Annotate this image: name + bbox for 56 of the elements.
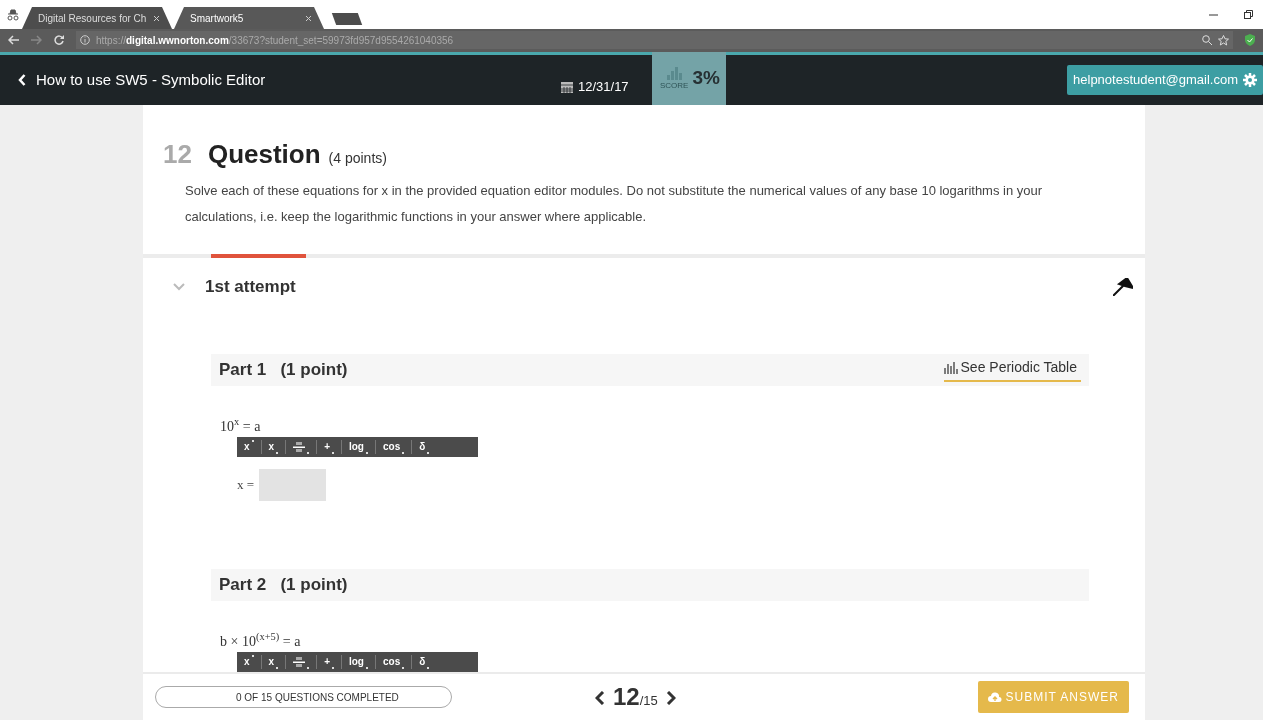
reload-icon[interactable] (54, 35, 64, 45)
question-points: (4 points) (328, 149, 387, 168)
part-title: Part 1 (1 point) (219, 358, 348, 381)
url-text: https://digital.wwnorton.com/33673?student_set=59973fd957d9554261040356 (96, 33, 454, 48)
toolbar-button[interactable]: x (261, 439, 287, 454)
due-date: 12/31/17 (578, 78, 629, 96)
settings-icon (1243, 73, 1257, 87)
incognito-icon (6, 8, 20, 21)
question-number: 12 (163, 138, 192, 171)
new-tab-button[interactable] (331, 13, 363, 25)
fraction-icon (293, 441, 306, 452)
question-text: Solve each of these equations for x in the provided equation editor modules. Do not substitute the numerical values of any base 10 logarithms in your calculations, i.e. keep the logarithmic functions in your answer where applicable. (185, 182, 1044, 226)
toolbar-button[interactable]: cos (375, 654, 413, 669)
periodic-table-link[interactable]: See Periodic Table (943, 357, 1081, 382)
equation: 10$^{x}$ = a (220, 415, 262, 436)
previous-icon[interactable] (595, 691, 605, 705)
back-icon[interactable] (8, 35, 19, 45)
attempt-label: 1st attempt (205, 276, 296, 298)
toolbar-button[interactable]: δ (412, 439, 437, 454)
part-title: Part 2 (1 point) (219, 573, 348, 596)
question-total: /15 (639, 693, 658, 708)
address-bar[interactable]: https://digital.wwnorton.com/33673?student_set=59973fd957d9554261040356 (76, 31, 1233, 49)
score-label: SCORE (660, 79, 689, 92)
chart-icon (943, 361, 958, 374)
score-value: 3% (692, 66, 720, 91)
close-icon[interactable] (153, 14, 160, 22)
question-title: Question (207, 138, 321, 171)
toolbar-button[interactable]: log (341, 439, 376, 454)
calendar-icon (561, 80, 573, 93)
info-icon (80, 35, 90, 45)
answer-label: x = (237, 475, 255, 494)
pin-icon[interactable] (1113, 277, 1133, 296)
star-icon[interactable] (1218, 34, 1229, 46)
toolbar-button[interactable]: x (237, 439, 262, 454)
browser-tab[interactable]: Digital Resources for Ch (22, 7, 172, 29)
chevron-left-icon (18, 74, 26, 86)
toolbar-button[interactable]: δ (412, 654, 437, 669)
toolbar-button[interactable]: log (341, 654, 376, 669)
toolbar-button[interactable]: x (237, 654, 262, 669)
question-current: 12 (613, 683, 640, 710)
toolbar-button[interactable]: x (261, 654, 287, 669)
back-link[interactable]: How to use SW5 - Symbolic Editor (0, 68, 266, 92)
close-icon[interactable] (305, 14, 312, 22)
zoom-icon[interactable] (1202, 35, 1212, 45)
answer-field[interactable] (259, 468, 327, 501)
bar-chart-icon (666, 65, 683, 80)
fraction-icon (293, 656, 306, 667)
toolbar-button[interactable]: cos (375, 439, 413, 454)
restore-icon[interactable] (1244, 10, 1253, 19)
next-icon[interactable] (665, 691, 676, 705)
browser-tab[interactable]: Smartwork5 (174, 7, 324, 29)
toolbar-button[interactable]: + (317, 439, 342, 454)
cloud-upload-icon (987, 691, 1002, 703)
toolbar-button[interactable]: + (317, 654, 342, 669)
shield-icon[interactable] (1245, 34, 1255, 46)
equation: b × 10$^{(x+5)}$ = a (220, 630, 302, 651)
